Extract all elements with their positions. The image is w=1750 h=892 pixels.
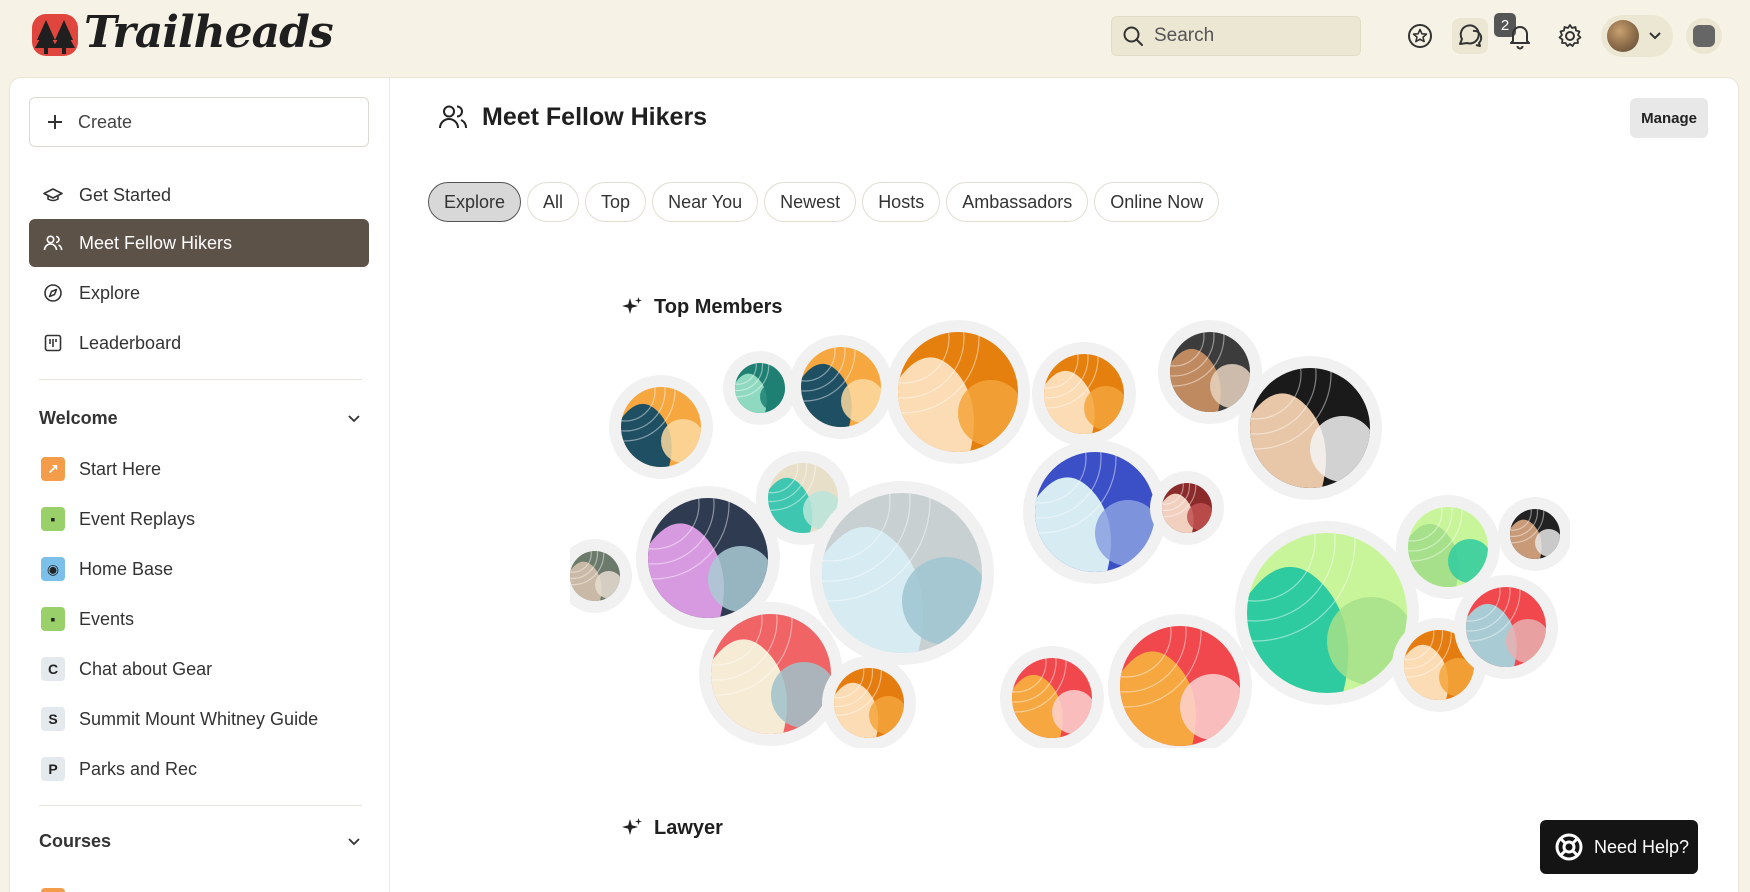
page-title: Meet Fellow Hikers xyxy=(438,102,707,132)
plus-icon xyxy=(48,115,62,129)
divider xyxy=(39,805,362,806)
bell-icon xyxy=(1510,26,1530,50)
trees-logo-icon xyxy=(32,14,78,56)
course-icon[interactable] xyxy=(41,888,65,892)
space-label: Home Base xyxy=(79,558,174,579)
content-frame: Create Get Started Meet Fellow Hikers Ex… xyxy=(9,77,1739,892)
member-avatar[interactable] xyxy=(1124,308,1254,412)
star-icon xyxy=(1408,24,1432,48)
bookmarks-button[interactable] xyxy=(1402,18,1438,54)
tab-ambassadors[interactable]: Ambassadors xyxy=(946,182,1089,222)
section-title: Lawyer xyxy=(654,816,723,839)
notifications-button[interactable] xyxy=(1502,18,1538,54)
top-bar: Trailheads 2 xyxy=(0,0,1750,72)
brand-logo[interactable]: Trailheads xyxy=(32,7,334,58)
space-event-replays[interactable]: ▪ Event Replays xyxy=(29,499,369,539)
tab-top[interactable]: Top xyxy=(585,182,647,222)
calendar-icon: ▪ xyxy=(41,507,65,531)
divider xyxy=(39,379,362,380)
compass-icon: ◉ xyxy=(41,557,65,581)
sidebar: Create Get Started Meet Fellow Hikers Ex… xyxy=(10,78,390,892)
space-start-here[interactable]: ↗ Start Here xyxy=(29,449,369,489)
letter-s-icon: S xyxy=(41,707,65,731)
space-label: Events xyxy=(79,608,135,629)
main-content: Meet Fellow Hikers Manage Explore All To… xyxy=(390,78,1738,892)
gear-icon xyxy=(1558,24,1582,47)
users-icon xyxy=(439,105,467,129)
nav-meet-fellow-hikers[interactable]: Meet Fellow Hikers xyxy=(29,219,369,267)
space-home-base[interactable]: ◉ Home Base xyxy=(29,549,369,589)
member-avatar[interactable] xyxy=(570,522,623,601)
space-chat-about-gear[interactable]: C Chat about Gear xyxy=(29,649,369,689)
section-title: Welcome xyxy=(39,408,118,428)
member-avatar[interactable] xyxy=(706,334,787,413)
letter-c-icon: C xyxy=(41,657,65,681)
graduation-cap-icon xyxy=(43,188,63,202)
leaderboard-icon xyxy=(44,334,62,352)
space-events[interactable]: ▪ Events xyxy=(29,599,369,639)
courses-section-header[interactable]: Courses xyxy=(39,831,362,852)
chevron-down-icon xyxy=(1649,32,1661,40)
tab-hosts[interactable]: Hosts xyxy=(862,182,941,222)
create-label: Create xyxy=(78,111,133,132)
tab-online-now[interactable]: Online Now xyxy=(1094,182,1220,222)
search-box[interactable] xyxy=(1111,16,1361,56)
avatar xyxy=(1607,20,1639,52)
lifebuoy-icon xyxy=(1555,833,1583,861)
nav-label: Meet Fellow Hikers xyxy=(79,232,233,253)
search-input[interactable] xyxy=(1154,25,1344,47)
settings-button[interactable] xyxy=(1552,18,1588,54)
member-avatar-cloud xyxy=(570,308,1570,748)
letter-p-icon: P xyxy=(41,757,65,781)
space-label: Summit Mount Whitney Guide xyxy=(79,708,319,729)
arrow-icon: ↗ xyxy=(41,457,65,481)
nav-explore[interactable]: Explore xyxy=(29,269,369,317)
tab-all[interactable]: All xyxy=(527,182,580,222)
tab-newest[interactable]: Newest xyxy=(764,182,857,222)
welcome-section-header[interactable]: Welcome xyxy=(39,408,362,429)
profile-menu-button[interactable] xyxy=(1601,15,1673,57)
space-label: Chat about Gear xyxy=(79,658,213,679)
need-help-label: Need Help? xyxy=(1594,836,1690,857)
calendar-icon: ▪ xyxy=(41,607,65,631)
member-avatar[interactable] xyxy=(575,341,705,467)
filter-tabs: Explore All Top Near You Newest Hosts Am… xyxy=(428,182,1220,222)
tab-near-you[interactable]: Near You xyxy=(652,182,759,222)
member-avatar[interactable] xyxy=(966,612,1096,738)
space-label: Parks and Rec xyxy=(79,758,198,779)
chevron-down-icon xyxy=(348,414,360,422)
search-icon xyxy=(1123,26,1143,46)
tab-explore[interactable]: Explore xyxy=(428,182,522,222)
manage-button[interactable]: Manage xyxy=(1630,98,1708,138)
brand-name: Trailheads xyxy=(84,7,334,58)
space-summit-mount-whitney-guide[interactable]: S Summit Mount Whitney Guide xyxy=(29,699,369,739)
sparkles-icon xyxy=(622,818,642,835)
nav-label: Leaderboard xyxy=(79,332,182,353)
users-icon xyxy=(43,235,63,251)
section-title: Courses xyxy=(39,831,112,851)
workspace-icon xyxy=(1693,25,1715,47)
space-parks-and-rec[interactable]: P Parks and Rec xyxy=(29,749,369,789)
nav-label: Explore xyxy=(79,282,141,303)
nav-leaderboard[interactable]: Leaderboard xyxy=(29,319,369,367)
nav-get-started[interactable]: Get Started xyxy=(29,171,369,219)
compass-icon xyxy=(44,284,62,302)
section-lawyer: Lawyer xyxy=(620,816,723,840)
space-label: Event Replays xyxy=(79,508,196,529)
page-title-text: Meet Fellow Hikers xyxy=(482,102,708,131)
messages-button[interactable] xyxy=(1452,18,1488,54)
nav-label: Get Started xyxy=(79,184,172,205)
space-label: Start Here xyxy=(79,458,162,479)
chevron-down-icon xyxy=(348,837,360,845)
need-help-button[interactable]: Need Help? xyxy=(1540,820,1698,874)
workspace-switcher[interactable] xyxy=(1686,18,1722,54)
chat-bubbles-icon xyxy=(1459,24,1483,47)
create-button[interactable]: Create xyxy=(29,97,369,147)
